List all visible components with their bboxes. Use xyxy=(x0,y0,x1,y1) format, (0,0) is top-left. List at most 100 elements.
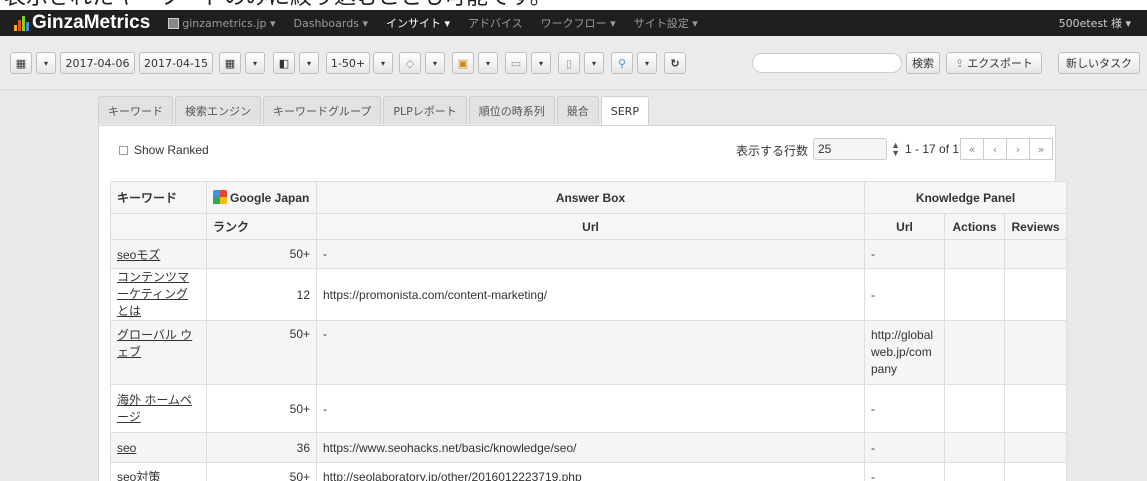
export-button[interactable]: ⇪ エクスポート xyxy=(946,52,1042,74)
toolbar: ▦ ▾ 2017-04-06 2017-04-15 ▦ ▾ ◧ ▾ 1-50+ … xyxy=(0,36,1147,90)
keyword-link[interactable]: seoモズ xyxy=(117,248,160,262)
header-rank[interactable]: ランク xyxy=(206,213,317,240)
nav-insight[interactable]: インサイト ▾ xyxy=(386,15,450,31)
engine-label: Google Japan xyxy=(230,191,310,205)
serp-table: キーワード Google Japan Answer Box Knowledge … xyxy=(110,181,1067,481)
page-caption: 表示されたキーワードのみに絞り込むことも可能です。 xyxy=(0,0,1147,10)
table-subheader-row: ランク Url Url Actions Reviews xyxy=(110,213,1067,240)
table-row: seoモズ 50+ - - xyxy=(110,239,1067,269)
nav-workflow[interactable]: ワークフロー ▾ xyxy=(541,15,616,31)
refresh-icon[interactable]: ↻ xyxy=(664,52,686,74)
tab-competitors[interactable]: 競合 xyxy=(556,96,599,124)
date-from-input[interactable]: 2017-04-06 xyxy=(60,52,135,74)
serp-panel: Show Ranked 表示する行数 25 ▲ ▼ 1 - 17 of 17 « … xyxy=(98,125,1067,481)
group-dropdown[interactable]: ▾ xyxy=(478,52,498,74)
table-row: seo対策 50+ http://seolaboratory.jp/other/… xyxy=(110,462,1067,481)
chevron-down-icon: ▾ xyxy=(644,58,649,68)
date-to-input[interactable]: 2017-04-15 xyxy=(139,52,213,74)
comment-icon[interactable]: ▭ xyxy=(505,52,527,74)
rank-cell: 50+ xyxy=(206,384,317,433)
page-dropdown[interactable]: ▾ xyxy=(584,52,604,74)
header-keyword[interactable]: キーワード xyxy=(110,181,207,214)
tab-rank-history[interactable]: 順位の時系列 xyxy=(468,96,555,124)
export-icon: ⇪ xyxy=(955,56,965,70)
tab-keyword[interactable]: キーワード xyxy=(98,96,173,124)
show-ranked-checkbox[interactable] xyxy=(119,145,128,155)
rank-range-label: 1-50+ xyxy=(330,56,366,70)
actions-cell xyxy=(944,320,1005,385)
answer-url-cell: - xyxy=(316,320,865,385)
prev-page-button[interactable]: ‹ xyxy=(983,138,1007,160)
tab-plp-report[interactable]: PLPレポート xyxy=(383,96,467,124)
search-engine-icon[interactable]: ◧ xyxy=(273,52,295,74)
keyword-cell: 海外 ホームページ xyxy=(110,384,207,433)
rank-range-button[interactable]: 1-50+ xyxy=(326,52,370,74)
report-tabs: キーワード 検索エンジン キーワードグループ PLPレポート 順位の時系列 競合… xyxy=(98,96,651,126)
rank-cell: 50+ xyxy=(206,462,317,481)
rows-per-page-select[interactable]: 25 ▲ ▼ xyxy=(813,138,900,160)
show-ranked-toggle[interactable]: Show Ranked xyxy=(119,143,209,157)
keyword-link[interactable]: 海外 ホームページ xyxy=(117,393,192,424)
calendar-icon[interactable]: ▦ xyxy=(10,52,32,74)
page-icon[interactable]: ▯ xyxy=(558,52,580,74)
group-icon[interactable]: ▣ xyxy=(452,52,474,74)
nav-dashboards[interactable]: Dashboards ▾ xyxy=(294,17,368,30)
tab-serp[interactable]: SERP xyxy=(600,96,649,126)
engine-dropdown[interactable]: ▾ xyxy=(299,52,319,74)
chevron-down-icon: ▾ xyxy=(692,16,698,30)
rank-dropdown[interactable]: ▾ xyxy=(373,52,393,74)
kp-url-cell: - xyxy=(864,462,945,481)
tab-keyword-group[interactable]: キーワードグループ xyxy=(263,96,382,124)
filter-dropdown[interactable]: ▾ xyxy=(637,52,657,74)
last-page-button[interactable]: » xyxy=(1029,138,1053,160)
search-input[interactable] xyxy=(752,53,902,73)
chevron-down-icon: ▾ xyxy=(269,16,276,30)
chevron-down-icon: ▾ xyxy=(362,16,368,30)
reviews-cell xyxy=(1004,462,1067,481)
site-selector[interactable]: ginzametrics.jp ▾ xyxy=(168,16,276,30)
header-reviews[interactable]: Reviews xyxy=(1004,213,1067,240)
next-page-button[interactable]: › xyxy=(1006,138,1030,160)
keyword-cell: seo xyxy=(110,432,207,463)
rank-cell: 36 xyxy=(206,432,317,463)
first-page-button[interactable]: « xyxy=(960,138,984,160)
chevron-down-icon: ▾ xyxy=(485,58,490,68)
nav-site-settings[interactable]: サイト設定 ▾ xyxy=(634,15,698,31)
calendar-icon[interactable]: ▦ xyxy=(219,52,241,74)
chevron-down-icon: ▾ xyxy=(591,58,596,68)
user-menu[interactable]: 500etest 様 ▾ xyxy=(1059,15,1131,31)
date-dropdown[interactable]: ▾ xyxy=(36,52,56,74)
search-button[interactable]: 検索 xyxy=(906,52,940,74)
reviews-cell xyxy=(1004,384,1067,433)
chevron-down-icon: ▾ xyxy=(306,58,311,68)
brand-logo[interactable]: GinzaMetrics xyxy=(14,12,150,34)
kp-url-cell: http://globalweb.jp/company xyxy=(864,320,945,385)
tab-search-engine[interactable]: 検索エンジン xyxy=(175,96,261,124)
kp-url-cell: - xyxy=(864,384,945,433)
kp-url-cell: - xyxy=(864,432,945,463)
compare-dropdown[interactable]: ▾ xyxy=(245,52,265,74)
tag-icon[interactable]: ◇ xyxy=(399,52,421,74)
site-icon xyxy=(168,17,180,29)
nav-advice[interactable]: アドバイス xyxy=(468,15,523,31)
keyword-link[interactable]: コンテンツマーケティングとは xyxy=(117,270,189,318)
comment-dropdown[interactable]: ▾ xyxy=(531,52,551,74)
header-url[interactable]: Url xyxy=(316,213,865,240)
reviews-cell xyxy=(1004,320,1067,385)
new-task-button[interactable]: 新しいタスク xyxy=(1058,52,1140,74)
header-actions[interactable]: Actions xyxy=(944,213,1005,240)
magnifier-icon[interactable]: ⚲ xyxy=(611,52,633,74)
keyword-cell: グローバル ウェブ xyxy=(110,320,207,385)
keyword-link[interactable]: seo xyxy=(117,441,136,455)
keyword-link[interactable]: グローバル ウェブ xyxy=(117,328,192,359)
select-arrows-icon: ▲ ▼ xyxy=(891,140,900,158)
keyword-text: seo対策 xyxy=(117,470,161,481)
answer-url-cell: - xyxy=(316,384,865,433)
tag-dropdown[interactable]: ▾ xyxy=(425,52,445,74)
nav-label: アドバイス xyxy=(468,17,523,30)
kp-url-cell: - xyxy=(864,268,945,321)
google-icon xyxy=(213,190,227,204)
rows-per-page-value: 25 xyxy=(818,142,832,156)
header-kp-url[interactable]: Url xyxy=(864,213,945,240)
header-engine: Google Japan xyxy=(206,181,317,214)
